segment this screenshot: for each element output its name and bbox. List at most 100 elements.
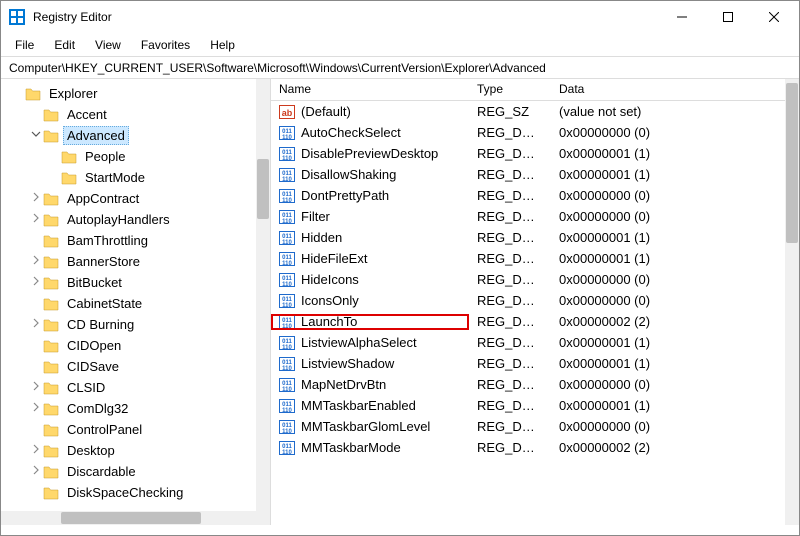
folder-icon	[43, 360, 59, 374]
value-name-cell: 011110MMTaskbarMode	[271, 440, 469, 456]
value-name-cell: 011110ListviewAlphaSelect	[271, 335, 469, 351]
expand-icon[interactable]	[29, 444, 43, 457]
tree-item-label: CD Burning	[63, 315, 138, 334]
tree-item[interactable]: ComDlg32	[3, 398, 268, 419]
tree-scrollbar-horizontal[interactable]	[1, 511, 270, 525]
expand-icon[interactable]	[29, 465, 43, 478]
menu-file[interactable]: File	[7, 36, 42, 54]
tree-item[interactable]: BamThrottling	[3, 230, 268, 251]
value-name-cell: 011110ListviewShadow	[271, 356, 469, 372]
expand-icon[interactable]	[29, 192, 43, 205]
list-row[interactable]: 011110DisablePreviewDesktopREG_DW...0x00…	[271, 143, 799, 164]
list-row[interactable]: 011110DontPrettyPathREG_DW...0x00000000 …	[271, 185, 799, 206]
expand-icon[interactable]	[29, 381, 43, 394]
dword-value-icon: 011110	[279, 251, 295, 267]
menu-view[interactable]: View	[87, 36, 129, 54]
expand-icon[interactable]	[29, 402, 43, 415]
close-button[interactable]	[751, 1, 797, 33]
folder-icon	[43, 465, 59, 479]
tree-item[interactable]: BitBucket	[3, 272, 268, 293]
tree-scrollbar-vertical[interactable]	[256, 79, 270, 525]
tree-item[interactable]: CLSID	[3, 377, 268, 398]
folder-icon	[61, 150, 77, 164]
list-scrollbar-vertical[interactable]	[785, 79, 799, 525]
tree-item[interactable]: Explorer	[3, 83, 268, 104]
value-name-cell: 011110DisablePreviewDesktop	[271, 146, 469, 162]
column-header-type[interactable]: Type	[469, 79, 551, 100]
folder-icon	[43, 423, 59, 437]
folder-icon	[43, 276, 59, 290]
tree-item[interactable]: Advanced	[3, 125, 268, 146]
list-row[interactable]: 011110MapNetDrvBtnREG_DW...0x00000000 (0…	[271, 374, 799, 395]
list-row[interactable]: 011110LaunchToREG_DW...0x00000002 (2)	[271, 311, 799, 332]
tree-item[interactable]: DiskSpaceChecking	[3, 482, 268, 503]
minimize-button[interactable]	[659, 1, 705, 33]
tree-item[interactable]: CD Burning	[3, 314, 268, 335]
value-data-cell: (value not set)	[551, 104, 799, 119]
expand-icon[interactable]	[29, 255, 43, 268]
expand-icon[interactable]	[29, 318, 43, 331]
value-name-cell: 011110IconsOnly	[271, 293, 469, 309]
value-type-cell: REG_DW...	[469, 314, 551, 329]
list-row[interactable]: 011110AutoCheckSelectREG_DW...0x00000000…	[271, 122, 799, 143]
tree-item[interactable]: Discardable	[3, 461, 268, 482]
list-row[interactable]: 011110HiddenREG_DW...0x00000001 (1)	[271, 227, 799, 248]
list-row[interactable]: 011110ListviewAlphaSelectREG_DW...0x0000…	[271, 332, 799, 353]
folder-icon	[43, 192, 59, 206]
value-type-cell: REG_DW...	[469, 377, 551, 392]
expand-icon[interactable]	[29, 129, 43, 142]
tree-item[interactable]: CIDSave	[3, 356, 268, 377]
dword-value-icon: 011110	[279, 440, 295, 456]
tree-item[interactable]: CIDOpen	[3, 335, 268, 356]
list-row[interactable]: 011110FilterREG_DW...0x00000000 (0)	[271, 206, 799, 227]
tree-item[interactable]: StartMode	[3, 167, 268, 188]
tree-item[interactable]: AutoplayHandlers	[3, 209, 268, 230]
column-header-data[interactable]: Data	[551, 79, 799, 100]
list-row[interactable]: 011110ListviewShadowREG_DW...0x00000001 …	[271, 353, 799, 374]
tree-pane: ExplorerAccentAdvancedPeopleStartModeApp…	[1, 79, 271, 525]
list-row[interactable]: 011110HideFileExtREG_DW...0x00000001 (1)	[271, 248, 799, 269]
dword-value-icon: 011110	[279, 188, 295, 204]
list-row[interactable]: 011110DisallowShakingREG_DW...0x00000001…	[271, 164, 799, 185]
tree-item-label: CLSID	[63, 378, 109, 397]
list-row[interactable]: 011110MMTaskbarEnabledREG_DW...0x0000000…	[271, 395, 799, 416]
list-row[interactable]: 011110HideIconsREG_DW...0x00000000 (0)	[271, 269, 799, 290]
list-row[interactable]: 011110MMTaskbarGlomLevelREG_DW...0x00000…	[271, 416, 799, 437]
menu-favorites[interactable]: Favorites	[133, 36, 198, 54]
titlebar: Registry Editor	[1, 1, 799, 33]
tree-item-label: People	[81, 147, 129, 166]
value-type-cell: REG_DW...	[469, 146, 551, 161]
list-row[interactable]: 011110IconsOnlyREG_DW...0x00000000 (0)	[271, 290, 799, 311]
value-type-cell: REG_DW...	[469, 440, 551, 455]
dword-value-icon: 011110	[279, 125, 295, 141]
tree-item-label: Accent	[63, 105, 111, 124]
tree-item[interactable]: Desktop	[3, 440, 268, 461]
menu-help[interactable]: Help	[202, 36, 243, 54]
tree-item[interactable]: Accent	[3, 104, 268, 125]
tree-item[interactable]: ControlPanel	[3, 419, 268, 440]
menu-edit[interactable]: Edit	[46, 36, 83, 54]
expand-icon[interactable]	[29, 213, 43, 226]
tree-item[interactable]: CabinetState	[3, 293, 268, 314]
tree-item-label: DiskSpaceChecking	[63, 483, 187, 502]
column-header-name[interactable]: Name	[271, 79, 469, 100]
tree-item[interactable]: People	[3, 146, 268, 167]
dword-value-icon: 011110	[279, 230, 295, 246]
folder-icon	[43, 444, 59, 458]
expand-icon[interactable]	[29, 276, 43, 289]
address-bar[interactable]: Computer\HKEY_CURRENT_USER\Software\Micr…	[1, 57, 799, 79]
value-name-cell: 011110MapNetDrvBtn	[271, 377, 469, 393]
tree-item[interactable]: BannerStore	[3, 251, 268, 272]
svg-text:110: 110	[282, 324, 292, 330]
tree-item-label: BitBucket	[63, 273, 126, 292]
list-row[interactable]: ab(Default)REG_SZ(value not set)	[271, 101, 799, 122]
tree-item[interactable]: AppContract	[3, 188, 268, 209]
svg-text:110: 110	[282, 429, 292, 435]
value-data-cell: 0x00000002 (2)	[551, 314, 799, 329]
maximize-button[interactable]	[705, 1, 751, 33]
value-data-cell: 0x00000000 (0)	[551, 272, 799, 287]
value-data-cell: 0x00000000 (0)	[551, 209, 799, 224]
value-data-cell: 0x00000000 (0)	[551, 419, 799, 434]
tree-item-label: AutoplayHandlers	[63, 210, 174, 229]
list-row[interactable]: 011110MMTaskbarModeREG_DW...0x00000002 (…	[271, 437, 799, 458]
